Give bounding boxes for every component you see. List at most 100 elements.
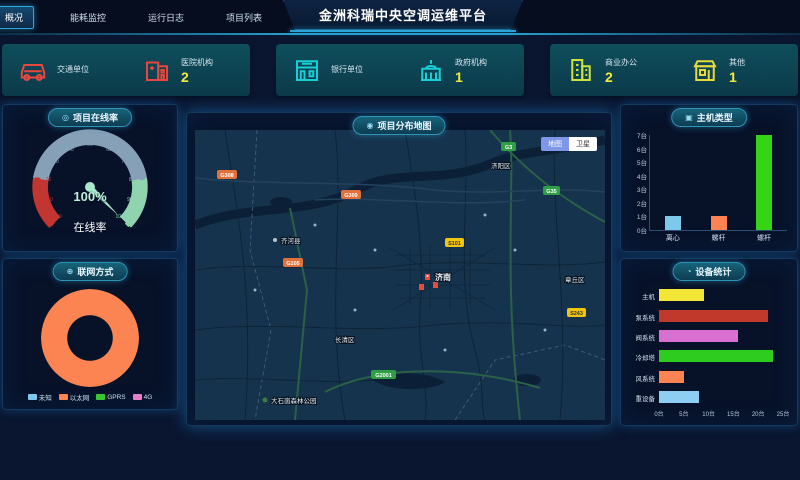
nav-tab-1[interactable]: 能耗监控	[64, 7, 112, 28]
stat-traffic: 交通单位	[2, 55, 126, 85]
road-shield: G35	[546, 189, 556, 195]
bar-category-label: 离心	[653, 233, 693, 243]
stat-label: 医院机构	[181, 57, 213, 68]
place-label: 大石崮森林公园	[271, 396, 317, 405]
panel-title: 项目在线率	[73, 111, 118, 124]
panel-host-type: ▣ 主机类型 0台1台2台3台4台5台6台7台离心螺杆螺杆	[620, 104, 798, 252]
bar-泵系统[interactable]	[659, 310, 768, 322]
panel-title: 项目分布地图	[377, 119, 431, 132]
place-label: 济阳区	[491, 161, 511, 170]
bar-category-label: 螺杆	[699, 233, 739, 243]
map-lake	[270, 197, 292, 207]
stat-value: 1	[729, 70, 745, 84]
stat-office: 商业办公 2	[550, 55, 674, 85]
panel-online-rate-header: ◎ 项目在线率	[48, 108, 132, 127]
stat-hospital: 医院机构 2	[126, 55, 250, 85]
panel-device-stats: ◔ 设备统计 主机泵系统阀系统冷却塔风系统重设备0台5台10台15台20台25台	[620, 258, 798, 426]
panel-network-type: ⊕ 联网方式 未知以太网 GPRS 4G	[2, 258, 178, 410]
place-label: 章丘区	[565, 275, 585, 284]
road-shield: G308	[220, 173, 233, 179]
pie-icon: ◔	[687, 267, 692, 276]
network-donut-chart	[41, 289, 139, 387]
legend-item-0[interactable]: 未知	[28, 392, 52, 402]
stat-government: 政府机构 1	[400, 55, 524, 85]
nav-tab-2[interactable]: 运行日志	[142, 7, 190, 28]
pin-icon: ◉	[367, 121, 374, 130]
map-layer-toggle: 地图 卫星	[541, 137, 597, 151]
network-legend: 未知以太网 GPRS 4G	[3, 392, 177, 402]
place-label: 长清区	[335, 335, 355, 344]
row-label: 泵系统	[621, 312, 655, 322]
top-nav-bar: 概况能耗监控运行日志项目列表视频监控 金洲科瑞中央空调运维平台	[0, 0, 800, 34]
road-shield: G309	[344, 193, 357, 199]
host-type-bar-chart: 0台1台2台3台4台5台6台7台离心螺杆螺杆	[649, 135, 787, 231]
title-underline	[290, 30, 516, 32]
office-icon	[566, 55, 596, 85]
bar-重设备[interactable]	[659, 391, 699, 403]
place-label: 济南	[435, 272, 451, 282]
bank-icon	[292, 55, 322, 85]
stat-bank: 银行单位	[276, 55, 400, 85]
panel-online-rate: ◎ 项目在线率 0102030405060708090100 100% 在线率	[2, 104, 178, 252]
device-stats-bar-chart: 主机泵系统阀系统冷却塔风系统重设备0台5台10台15台20台25台	[659, 285, 783, 407]
panel-host-header: ▣ 主机类型	[671, 108, 747, 127]
stat-label: 其他	[729, 57, 745, 68]
bar-螺杆[interactable]	[711, 216, 727, 230]
panel-network-header: ⊕ 联网方式	[53, 262, 128, 281]
globe-icon: ⊕	[67, 267, 74, 276]
nav-tab-0[interactable]: 概况	[0, 6, 34, 29]
page-title: 金洲科瑞中央空调运维平台	[283, 0, 523, 30]
road-shield: S101	[448, 241, 461, 247]
panel-map-header: ◉ 项目分布地图	[353, 116, 446, 135]
hospital-icon	[142, 55, 172, 85]
stat-label: 商业办公	[605, 57, 637, 68]
bar-风系统[interactable]	[659, 371, 684, 383]
road-shield: S243	[570, 311, 583, 317]
satellite-button[interactable]: 卫星	[569, 137, 597, 151]
stat-value: 2	[605, 70, 637, 84]
project-distribution-map[interactable]: G308 G309 G105 G3 G35 G2001 S101 S243 齐河…	[195, 130, 605, 420]
nav-divider-glow	[0, 33, 800, 35]
road-shield: G105	[286, 261, 299, 267]
legend-item-1[interactable]: 以太网	[59, 392, 90, 402]
panel-title: 主机类型	[697, 111, 733, 124]
bar-阀系统[interactable]	[659, 330, 738, 342]
panel-title: 联网方式	[77, 265, 113, 278]
stat-label: 银行单位	[331, 64, 363, 75]
bar-主机[interactable]	[659, 289, 704, 301]
stat-value: 1	[455, 70, 487, 84]
nav-tab-3[interactable]: 项目列表	[220, 7, 268, 28]
panel-device-header: ◔ 设备统计	[673, 262, 746, 281]
stat-label: 交通单位	[57, 64, 89, 75]
gauge-label: 在线率	[32, 219, 148, 235]
stat-card-2: 银行单位 政府机构 1	[276, 44, 524, 96]
legend-item-2[interactable]: GPRS	[96, 392, 125, 402]
stat-other: 其他 1	[674, 55, 798, 85]
row-label: 风系统	[621, 373, 655, 383]
place-label: 齐河县	[281, 236, 301, 245]
road-shield: G3	[505, 145, 512, 151]
legend-item-3[interactable]: 4G	[133, 392, 153, 402]
stat-card-1: 交通单位 医院机构 2	[2, 44, 250, 96]
bar-离心[interactable]	[665, 216, 681, 230]
panel-project-map: ◉ 项目分布地图 地图 卫星	[186, 112, 612, 426]
road-shield: G2001	[375, 373, 392, 379]
row-label: 重设备	[621, 393, 655, 403]
government-icon	[416, 55, 446, 85]
stat-value: 2	[181, 70, 213, 84]
gauge-value: 100%	[32, 189, 148, 204]
monitor-icon: ▣	[685, 113, 693, 122]
car-icon	[18, 55, 48, 85]
row-label: 冷却塔	[621, 352, 655, 362]
row-label: 主机	[621, 291, 655, 301]
stat-label: 政府机构	[455, 57, 487, 68]
row-label: 阀系统	[621, 332, 655, 342]
bar-冷却塔[interactable]	[659, 350, 773, 362]
panel-title: 设备统计	[695, 265, 731, 278]
map-button[interactable]: 地图	[541, 137, 569, 151]
stat-card-3: 商业办公 2 其他 1	[550, 44, 798, 96]
bar-螺杆[interactable]	[756, 135, 772, 230]
shop-icon	[690, 55, 720, 85]
bar-category-label: 螺杆	[744, 233, 784, 243]
link-icon: ◎	[62, 113, 69, 122]
